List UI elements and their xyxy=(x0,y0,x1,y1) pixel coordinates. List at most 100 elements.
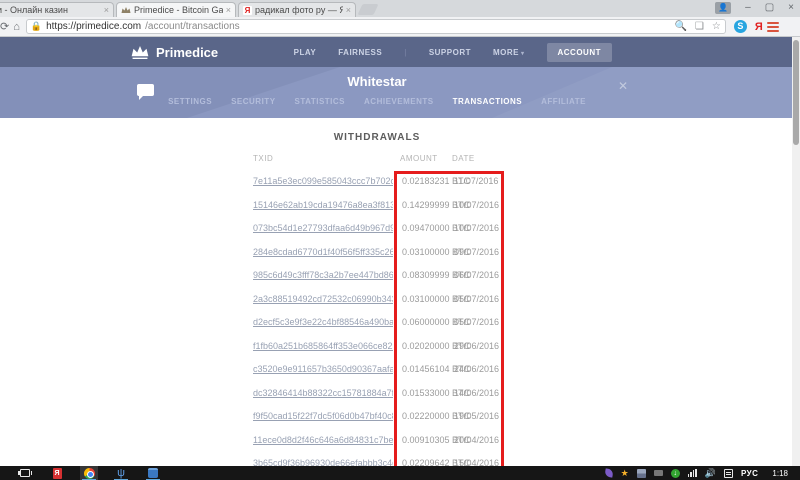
date-cell: 06/07/2016 xyxy=(454,270,499,280)
table-row: 11ece0d8d2f46c646a6d84831c7be2b9288f9ce2… xyxy=(253,430,513,454)
account-tabs: SETTINGS SECURITY STATISTICS ACHIEVEMENTS TR… xyxy=(0,97,754,106)
url-bar[interactable]: 🔒 https://primedice.com /account/transac… xyxy=(26,19,726,34)
tab-close-icon[interactable]: × xyxy=(104,5,109,15)
section-title: WITHDRAWALS xyxy=(0,132,754,143)
square-tray-icon[interactable] xyxy=(637,469,646,478)
brand-name: Primedice xyxy=(156,45,218,60)
account-tab-achievements[interactable]: ACHIEVEMENTS xyxy=(364,97,434,106)
txid-link[interactable]: 284e8cdad6770d1f40f56f5ff335c2621bed6f21… xyxy=(253,247,393,257)
tab-title: Primedice - Bitcoin Gamb xyxy=(134,5,223,15)
task-view-button[interactable] xyxy=(16,466,34,480)
txid-link[interactable]: 2a3c88519492cd72532c06990b343529c7bd7d1d… xyxy=(253,294,393,304)
table-row: 15146e62ab19cda19476a8ea3f813b2cd4974639… xyxy=(253,195,513,219)
camera-tray-icon[interactable] xyxy=(654,470,663,476)
home-icon[interactable]: ⌂ xyxy=(13,21,20,33)
browser-tab-2-active[interactable]: Primedice - Bitcoin Gamb × xyxy=(116,2,236,17)
bookmark-star-icon[interactable]: ☆ xyxy=(712,21,721,32)
txid-link[interactable]: 11ece0d8d2f46c646a6d84831c7be2b9288f9ce2… xyxy=(253,435,393,445)
update-tray-icon[interactable]: ↓ xyxy=(671,469,680,478)
taskbar-apps: Я ψ xyxy=(16,466,162,480)
account-tab-affiliate[interactable]: AFFILIATE xyxy=(541,97,586,106)
browser-tab-1[interactable]: и - Онлайн казин × xyxy=(0,2,114,17)
nav-item-support[interactable]: SUPPORT xyxy=(429,48,471,57)
chrome-menu-icon[interactable] xyxy=(767,22,779,32)
omnibox-icons: 🔍 ❏ ☆ xyxy=(674,21,720,32)
date-cell: 10/07/2016 xyxy=(454,200,499,210)
tab-title: радикал фото ру — Янд xyxy=(255,5,343,15)
red-app-icon: Я xyxy=(53,468,62,479)
crown-icon xyxy=(130,46,150,59)
system-tray: ★ ↓ 🔊 РУС 1:18 xyxy=(605,466,792,480)
primedice-crown-favicon xyxy=(121,6,131,14)
new-tab-button[interactable] xyxy=(357,4,378,15)
taskbar-app-chrome[interactable] xyxy=(80,466,98,480)
txid-link[interactable]: f9f50cad15f22f7dc5f06d0b47bf40c865e161fe… xyxy=(253,411,393,421)
txid-link[interactable]: c3520e9e911657b3650d90367aafacc17f6ecdf8… xyxy=(253,364,393,374)
taskbar-app-blue[interactable] xyxy=(144,466,162,480)
site-navbar: Primedice PLAY FAIRNESS | SUPPORT MORE▾ … xyxy=(0,37,792,67)
browser-profile-icon[interactable]: 👤 xyxy=(715,2,731,14)
withdrawals-rows: 7e11a5e3ec099e585043ccc7b702c0e9f461ff02… xyxy=(253,171,513,477)
browser-tab-3[interactable]: Я радикал фото ру — Янд × xyxy=(238,2,356,17)
pages-icon[interactable]: ❏ xyxy=(695,21,704,32)
network-icon[interactable] xyxy=(688,469,697,477)
tab-close-icon[interactable]: × xyxy=(226,5,231,15)
column-header-txid: TXID xyxy=(253,154,273,163)
skype-extension-icon[interactable]: S xyxy=(734,20,747,33)
task-view-icon xyxy=(20,469,30,477)
table-row: d2ecf5c3e9f3e22c4bf88546a490ba616bb4189a… xyxy=(253,312,513,336)
url-path: /account/transactions xyxy=(145,21,240,32)
txid-link[interactable]: dc32846414b88322cc15781884a7f084d82e4007… xyxy=(253,388,393,398)
txid-link[interactable]: 073bc54d1e27793dfaa6d49b967d92cf96fac3f5… xyxy=(253,223,393,233)
txid-link[interactable]: 985c6d49c3fff78c3a2b7ee447bd86f57e1559db… xyxy=(253,270,393,280)
column-header-date: DATE xyxy=(452,154,475,163)
tab-close-icon[interactable]: × xyxy=(346,5,351,15)
account-tab-statistics[interactable]: STATISTICS xyxy=(295,97,345,106)
page-scrollbar[interactable] xyxy=(792,37,800,466)
action-center-icon[interactable] xyxy=(724,469,733,478)
scrollbar-thumb[interactable] xyxy=(793,40,799,145)
date-cell: 11/07/2016 xyxy=(454,176,498,186)
nav-item-account[interactable]: ACCOUNT xyxy=(547,43,613,62)
nav-divider: | xyxy=(404,48,407,57)
blue-app-icon xyxy=(148,468,158,478)
star-tray-icon[interactable]: ★ xyxy=(621,466,629,480)
close-button[interactable]: × xyxy=(788,3,794,13)
account-tab-security[interactable]: SECURITY xyxy=(231,97,275,106)
txid-link[interactable]: 15146e62ab19cda19476a8ea3f813b2cd4974639… xyxy=(253,200,393,210)
url-domain: https://primedice.com xyxy=(46,21,141,32)
search-icon[interactable]: 🔍 xyxy=(674,21,686,32)
account-tab-settings[interactable]: SETTINGS xyxy=(168,97,212,106)
date-cell: 24/06/2016 xyxy=(454,364,499,374)
maximize-button[interactable]: ▢ xyxy=(765,3,774,13)
table-row: c3520e9e911657b3650d90367aafacc17f6ecdf8… xyxy=(253,359,513,383)
yandex-favicon: Я xyxy=(243,6,252,15)
table-row: 073bc54d1e27793dfaa6d49b967d92cf96fac3f5… xyxy=(253,218,513,242)
withdrawals-panel: WITHDRAWALS TXID AMOUNT DATE 7e11a5e3ec0… xyxy=(0,118,800,466)
minimize-button[interactable]: – xyxy=(745,3,751,13)
date-cell: 19/05/2016 xyxy=(454,411,499,421)
txid-link[interactable]: f1fb60a251b685864ff353e066ce829ea32ef1ce… xyxy=(253,341,393,351)
account-tab-transactions[interactable]: TRANSACTIONS xyxy=(453,97,523,106)
txid-link[interactable]: 7e11a5e3ec099e585043ccc7b702c0e9f461ff02… xyxy=(253,176,393,186)
screen: и - Онлайн казин × Primedice - Bitcoin G… xyxy=(0,0,800,480)
volume-icon[interactable]: 🔊 xyxy=(705,468,716,479)
refresh-icon[interactable]: ⟳ xyxy=(0,20,9,33)
nav-item-play[interactable]: PLAY xyxy=(294,48,317,57)
yandex-extension-icon[interactable]: Я xyxy=(755,21,763,33)
table-row: 7e11a5e3ec099e585043ccc7b702c0e9f461ff02… xyxy=(253,171,513,195)
window-controls: 👤 – ▢ × xyxy=(715,0,800,16)
date-cell: 29/06/2016 xyxy=(454,341,499,351)
language-indicator[interactable]: РУС xyxy=(741,469,758,478)
https-lock-icon[interactable]: 🔒 xyxy=(31,21,42,32)
taskbar-clock[interactable]: 1:18 xyxy=(772,469,788,478)
table-row: f9f50cad15f22f7dc5f06d0b47bf40c865e161fe… xyxy=(253,406,513,430)
txid-link[interactable]: d2ecf5c3e9f3e22c4bf88546a490ba616bb4189a… xyxy=(253,317,393,327)
taskbar-app-red[interactable]: Я xyxy=(48,466,66,480)
nav-item-more[interactable]: MORE▾ xyxy=(493,48,525,57)
taskbar-app-psi[interactable]: ψ xyxy=(112,466,130,480)
nav-item-fairness[interactable]: FAIRNESS xyxy=(338,48,382,57)
feather-tray-icon[interactable] xyxy=(604,468,613,477)
primedice-logo[interactable]: Primedice xyxy=(130,37,218,67)
close-panel-icon[interactable]: ✕ xyxy=(618,79,628,93)
